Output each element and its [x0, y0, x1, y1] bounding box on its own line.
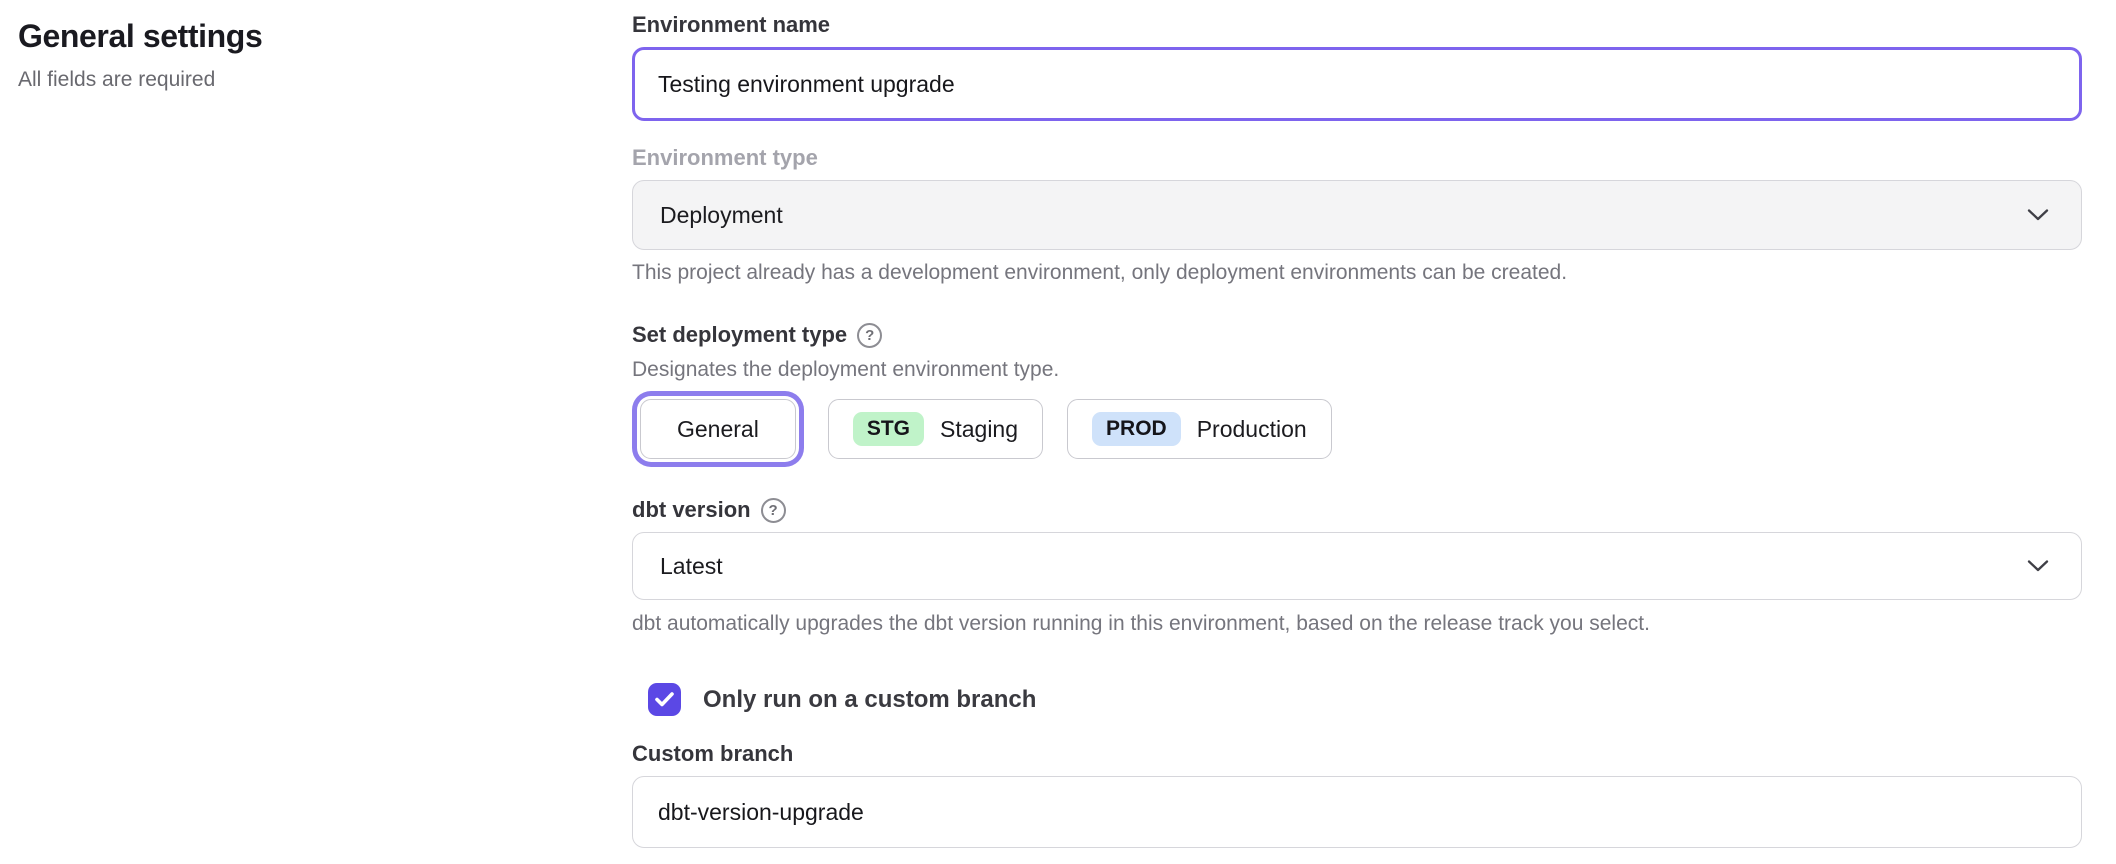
deployment-type-general-label: General [677, 416, 759, 443]
chevron-down-icon [2027, 560, 2049, 573]
deployment-type-helper: Designates the deployment environment ty… [632, 357, 2082, 383]
environment-type-value: Deployment [660, 202, 783, 229]
environment-settings-page: General settings All fields are required… [0, 0, 2116, 864]
environment-name-label: Environment name [632, 12, 2082, 38]
environment-name-input[interactable] [632, 47, 2082, 121]
production-badge: PROD [1092, 412, 1181, 446]
deployment-type-production-label: Production [1197, 416, 1307, 443]
page-title: General settings [18, 16, 262, 56]
deployment-type-staging-label: Staging [940, 416, 1018, 443]
environment-type-select[interactable]: Deployment [632, 180, 2082, 250]
deployment-type-staging-button[interactable]: STG Staging [828, 399, 1043, 459]
dbt-version-label: dbt version [632, 497, 751, 523]
help-icon[interactable]: ? [857, 323, 882, 348]
chevron-down-icon [2027, 209, 2049, 222]
environment-type-helper: This project already has a development e… [632, 260, 2082, 286]
custom-branch-label: Custom branch [632, 741, 2082, 767]
dbt-version-helper: dbt automatically upgrades the dbt versi… [632, 611, 2082, 637]
custom-branch-input[interactable] [632, 776, 2082, 848]
custom-branch-checkbox-label[interactable]: Only run on a custom branch [703, 686, 1036, 714]
staging-badge: STG [853, 412, 924, 446]
checkmark-icon [655, 692, 674, 707]
deployment-type-general-button[interactable]: General [640, 399, 796, 459]
dbt-version-label-row: dbt version ? [632, 497, 2082, 523]
deployment-type-label-row: Set deployment type ? [632, 322, 2082, 348]
deployment-type-options: General STG Staging PROD Production [632, 399, 2082, 459]
custom-branch-checkbox[interactable] [648, 683, 681, 716]
custom-branch-checkbox-row: Only run on a custom branch [648, 683, 2082, 716]
dbt-version-select[interactable]: Latest [632, 532, 2082, 600]
settings-intro: General settings All fields are required [18, 16, 262, 92]
deployment-type-label: Set deployment type [632, 322, 847, 348]
environment-settings-form: Environment name Environment type Deploy… [632, 12, 2082, 848]
help-icon[interactable]: ? [761, 498, 786, 523]
dbt-version-value: Latest [660, 553, 723, 580]
environment-type-label: Environment type [632, 145, 2082, 171]
page-subtitle: All fields are required [18, 68, 262, 92]
deployment-type-production-button[interactable]: PROD Production [1067, 399, 1332, 459]
